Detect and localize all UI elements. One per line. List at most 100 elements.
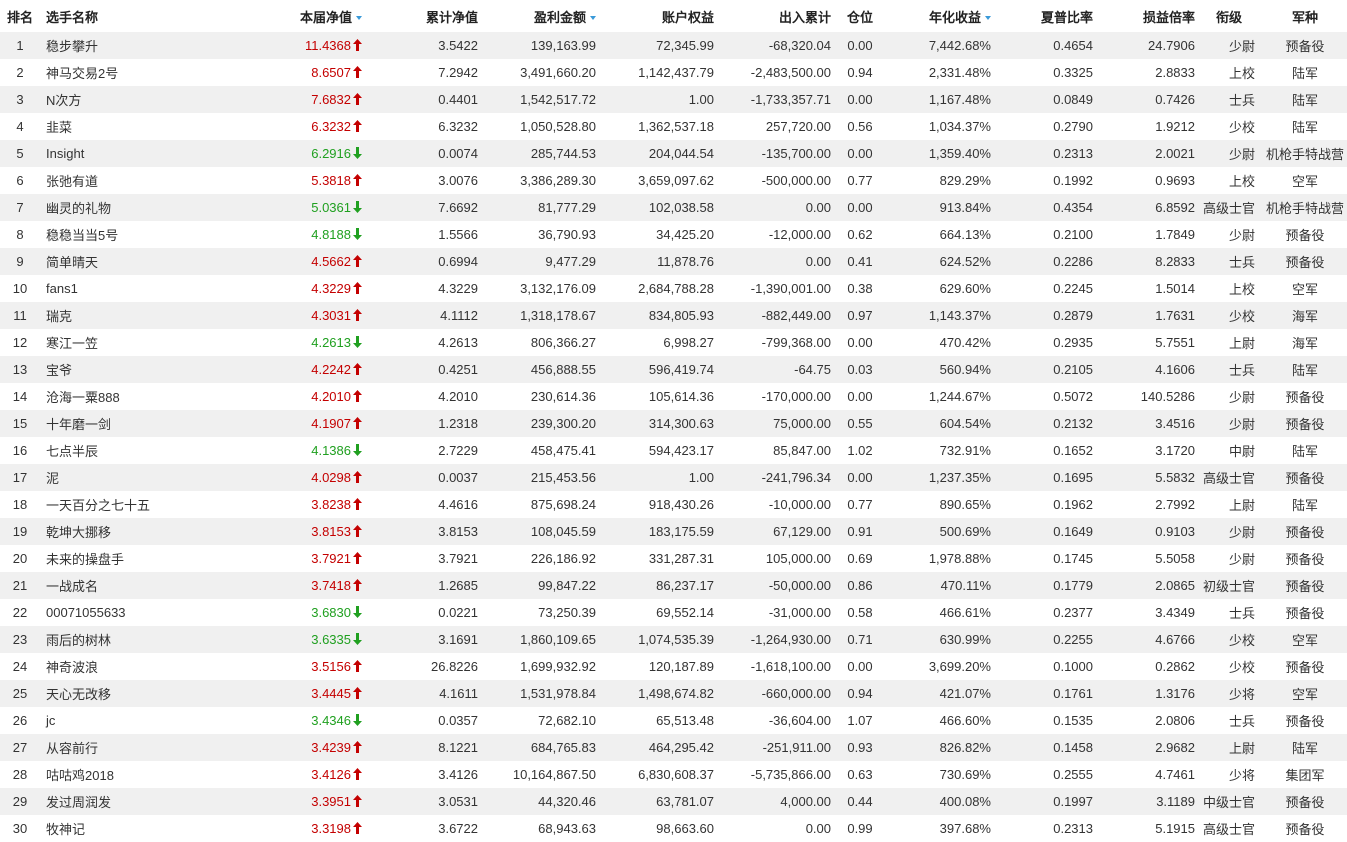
sort-down-icon[interactable]	[590, 16, 596, 21]
cell-rank: 21	[0, 572, 40, 599]
table-row[interactable]: 29 发过周润发 3.3951 3.0531 44,320.46 63,781.07 4,0…	[0, 788, 1347, 815]
table-row[interactable]: 23 雨后的树林 3.6335 3.1691 1,860,109.65 1,074,535…	[0, 626, 1347, 653]
sort-down-icon[interactable]	[985, 16, 991, 21]
col-nav[interactable]: 本届净值	[212, 0, 372, 32]
table-row[interactable]: 27 从容前行 3.4239 8.1221 684,765.83 464,295.42 -2…	[0, 734, 1347, 761]
cell-name[interactable]: N次方	[40, 86, 212, 113]
cell-annual: 826.82%	[889, 734, 991, 761]
table-row[interactable]: 14 沧海一粟888 4.2010 4.2010 230,614.36 105,614.3…	[0, 383, 1347, 410]
cell-cum-nav: 3.4126	[438, 767, 478, 782]
table-row[interactable]: 5 Insight 6.2916 0.0074 285,744.53 204,044.54…	[0, 140, 1347, 167]
cell-name[interactable]: 未来的操盘手	[40, 545, 212, 572]
cell-sharpe: 0.1992	[1053, 173, 1093, 188]
cell-name[interactable]: 泥	[40, 464, 212, 491]
cell-name[interactable]: 从容前行	[40, 734, 212, 761]
cell-name[interactable]: 韭菜	[40, 113, 212, 140]
cell-name[interactable]: 稳稳当当5号	[40, 221, 212, 248]
cell-name[interactable]: 稳步攀升	[40, 32, 212, 59]
cell-name[interactable]: 寒江一笠	[40, 329, 212, 356]
cell-name[interactable]: 咕咕鸡2018	[40, 761, 212, 788]
cell-name[interactable]: 幽灵的礼物	[40, 194, 212, 221]
cell-annual: 500.69%	[889, 518, 991, 545]
cell-name[interactable]: jc	[40, 707, 212, 734]
cell-pl-ratio: 3.1720	[1155, 443, 1195, 458]
table-row[interactable]: 12 寒江一笠 4.2613 4.2613 806,366.27 6,998.27 -799…	[0, 329, 1347, 356]
cell-name[interactable]: fans1	[40, 275, 212, 302]
col-pl-ratio[interactable]: 损益倍率	[1093, 0, 1195, 32]
table-row[interactable]: 4 韭菜 6.3232 6.3232 1,050,528.80 1,362,537.18 2…	[0, 113, 1347, 140]
table-row[interactable]: 21 一战成名 3.7418 1.2685 99,847.22 86,237.17 -50,…	[0, 572, 1347, 599]
cell-nav: 3.5156	[212, 653, 372, 680]
cell-nav: 4.1386	[212, 437, 372, 464]
cell-flow: -500,000.00	[761, 173, 831, 188]
table-row[interactable]: 24 神奇波浪 3.5156 26.8226 1,699,932.92 120,187.8…	[0, 653, 1347, 680]
cell-name[interactable]: 瑞克	[40, 302, 212, 329]
cell-cum-nav: 3.7921	[438, 551, 478, 566]
arrow-up-icon	[353, 39, 362, 51]
cell-rank: 15	[0, 410, 40, 437]
cell-name[interactable]: 发过周润发	[40, 788, 212, 815]
col-profit[interactable]: 盈利金额	[478, 0, 596, 32]
table-row[interactable]: 9 简单晴天 4.5662 0.6994 9,477.29 11,878.76 0.00 0.…	[0, 248, 1347, 275]
cell-name[interactable]: 神奇波浪	[40, 653, 212, 680]
table-row[interactable]: 25 天心无改移 3.4445 4.1611 1,531,978.84 1,498,674…	[0, 680, 1347, 707]
cell-name[interactable]: 一战成名	[40, 572, 212, 599]
table-row[interactable]: 10 fans1 4.3229 4.3229 3,132,176.09 2,684,788…	[0, 275, 1347, 302]
table-row[interactable]: 20 未来的操盘手 3.7921 3.7921 226,186.92 331,287.31…	[0, 545, 1347, 572]
col-rank[interactable]: 排名	[0, 0, 40, 32]
cell-name[interactable]: 七点半辰	[40, 437, 212, 464]
cell-name[interactable]: 雨后的树林	[40, 626, 212, 653]
sort-down-icon[interactable]	[356, 16, 362, 21]
col-branch[interactable]: 军种	[1263, 0, 1347, 32]
col-title[interactable]: 衔级	[1195, 0, 1263, 32]
table-row[interactable]: 11 瑞克 4.3031 4.1112 1,318,178.67 834,805.93 -8…	[0, 302, 1347, 329]
table-row[interactable]: 6 张弛有道 5.3818 3.0076 3,386,289.30 3,659,097.6…	[0, 167, 1347, 194]
table-row[interactable]: 18 一天百分之七十五 3.8238 4.4616 875,698.24 918,430.…	[0, 491, 1347, 518]
cell-profit: 3,386,289.30	[520, 173, 596, 188]
cell-name[interactable]: 乾坤大挪移	[40, 518, 212, 545]
cell-name[interactable]: 牧神记	[40, 815, 212, 842]
col-position[interactable]: 仓位	[831, 0, 889, 32]
cell-equity: 34,425.20	[656, 227, 714, 242]
cell-title: 少尉	[1195, 410, 1263, 437]
cell-annual: 1,167.48%	[889, 86, 991, 113]
table-row[interactable]: 28 咕咕鸡2018 3.4126 3.4126 10,164,867.50 6,830,…	[0, 761, 1347, 788]
table-row[interactable]: 7 幽灵的礼物 5.0361 7.6692 81,777.29 102,038.58 0.0…	[0, 194, 1347, 221]
cell-cum-nav: 8.1221	[372, 734, 478, 761]
cell-name[interactable]: 00071055633	[40, 599, 212, 626]
table-row[interactable]: 2 神马交易2号 8.6507 7.2942 3,491,660.20 1,142,437…	[0, 59, 1347, 86]
cell-annual: 629.60%	[939, 281, 991, 296]
cell-branch: 陆军	[1263, 734, 1347, 761]
cell-name[interactable]: 张弛有道	[40, 167, 212, 194]
col-annual[interactable]: 年化收益	[889, 0, 991, 32]
cell-title: 上尉	[1195, 734, 1263, 761]
cell-cum-nav: 0.0221	[438, 605, 478, 620]
cell-name[interactable]: 天心无改移	[40, 680, 212, 707]
table-row[interactable]: 17 泥 4.0298 0.0037 215,453.56 1.00 -241,796.34…	[0, 464, 1347, 491]
col-sharpe[interactable]: 夏普比率	[991, 0, 1093, 32]
table-row[interactable]: 16 七点半辰 4.1386 2.7229 458,475.41 594,423.17 85…	[0, 437, 1347, 464]
cell-branch: 预备役	[1285, 822, 1325, 837]
col-equity[interactable]: 账户权益	[596, 0, 714, 32]
table-row[interactable]: 30 牧神记 3.3198 3.6722 68,943.63 98,663.60 0.00 0…	[0, 815, 1347, 842]
cell-name[interactable]: 神马交易2号	[40, 59, 212, 86]
cell-name[interactable]: 沧海一粟888	[40, 383, 212, 410]
col-name[interactable]: 选手名称	[40, 0, 212, 32]
table-row[interactable]: 26 jc 3.4346 0.0357 72,682.10 65,513.48 -36,60…	[0, 707, 1347, 734]
cell-profit: 73,250.39	[538, 605, 596, 620]
cell-name[interactable]: Insight	[40, 140, 212, 167]
cell-name[interactable]: 宝爷	[40, 356, 212, 383]
table-row[interactable]: 22 00071055633 3.6830 0.0221 73,250.39 69,552…	[0, 599, 1347, 626]
cell-branch: 预备役	[1285, 552, 1325, 567]
table-row[interactable]: 19 乾坤大挪移 3.8153 3.8153 108,045.59 183,175.59 6…	[0, 518, 1347, 545]
cell-name[interactable]: 十年磨一剑	[40, 410, 212, 437]
table-row[interactable]: 13 宝爷 4.2242 0.4251 456,888.55 596,419.74 -64.…	[0, 356, 1347, 383]
table-row[interactable]: 3 N次方 7.6832 0.4401 1,542,517.72 1.00 -1,733,3…	[0, 86, 1347, 113]
table-row[interactable]: 1 稳步攀升 11.4368 3.5422 139,163.99 72,345.99 -68…	[0, 32, 1347, 59]
cell-name[interactable]: 一天百分之七十五	[40, 491, 212, 518]
cell-name[interactable]: 简单晴天	[40, 248, 212, 275]
table-row[interactable]: 15 十年磨一剑 4.1907 1.2318 239,300.20 314,300.63 7…	[0, 410, 1347, 437]
col-cum-nav[interactable]: 累计净值	[372, 0, 478, 32]
col-flow[interactable]: 出入累计	[714, 0, 831, 32]
table-row[interactable]: 8 稳稳当当5号 4.8188 1.5566 36,790.93 34,425.20 -12…	[0, 221, 1347, 248]
